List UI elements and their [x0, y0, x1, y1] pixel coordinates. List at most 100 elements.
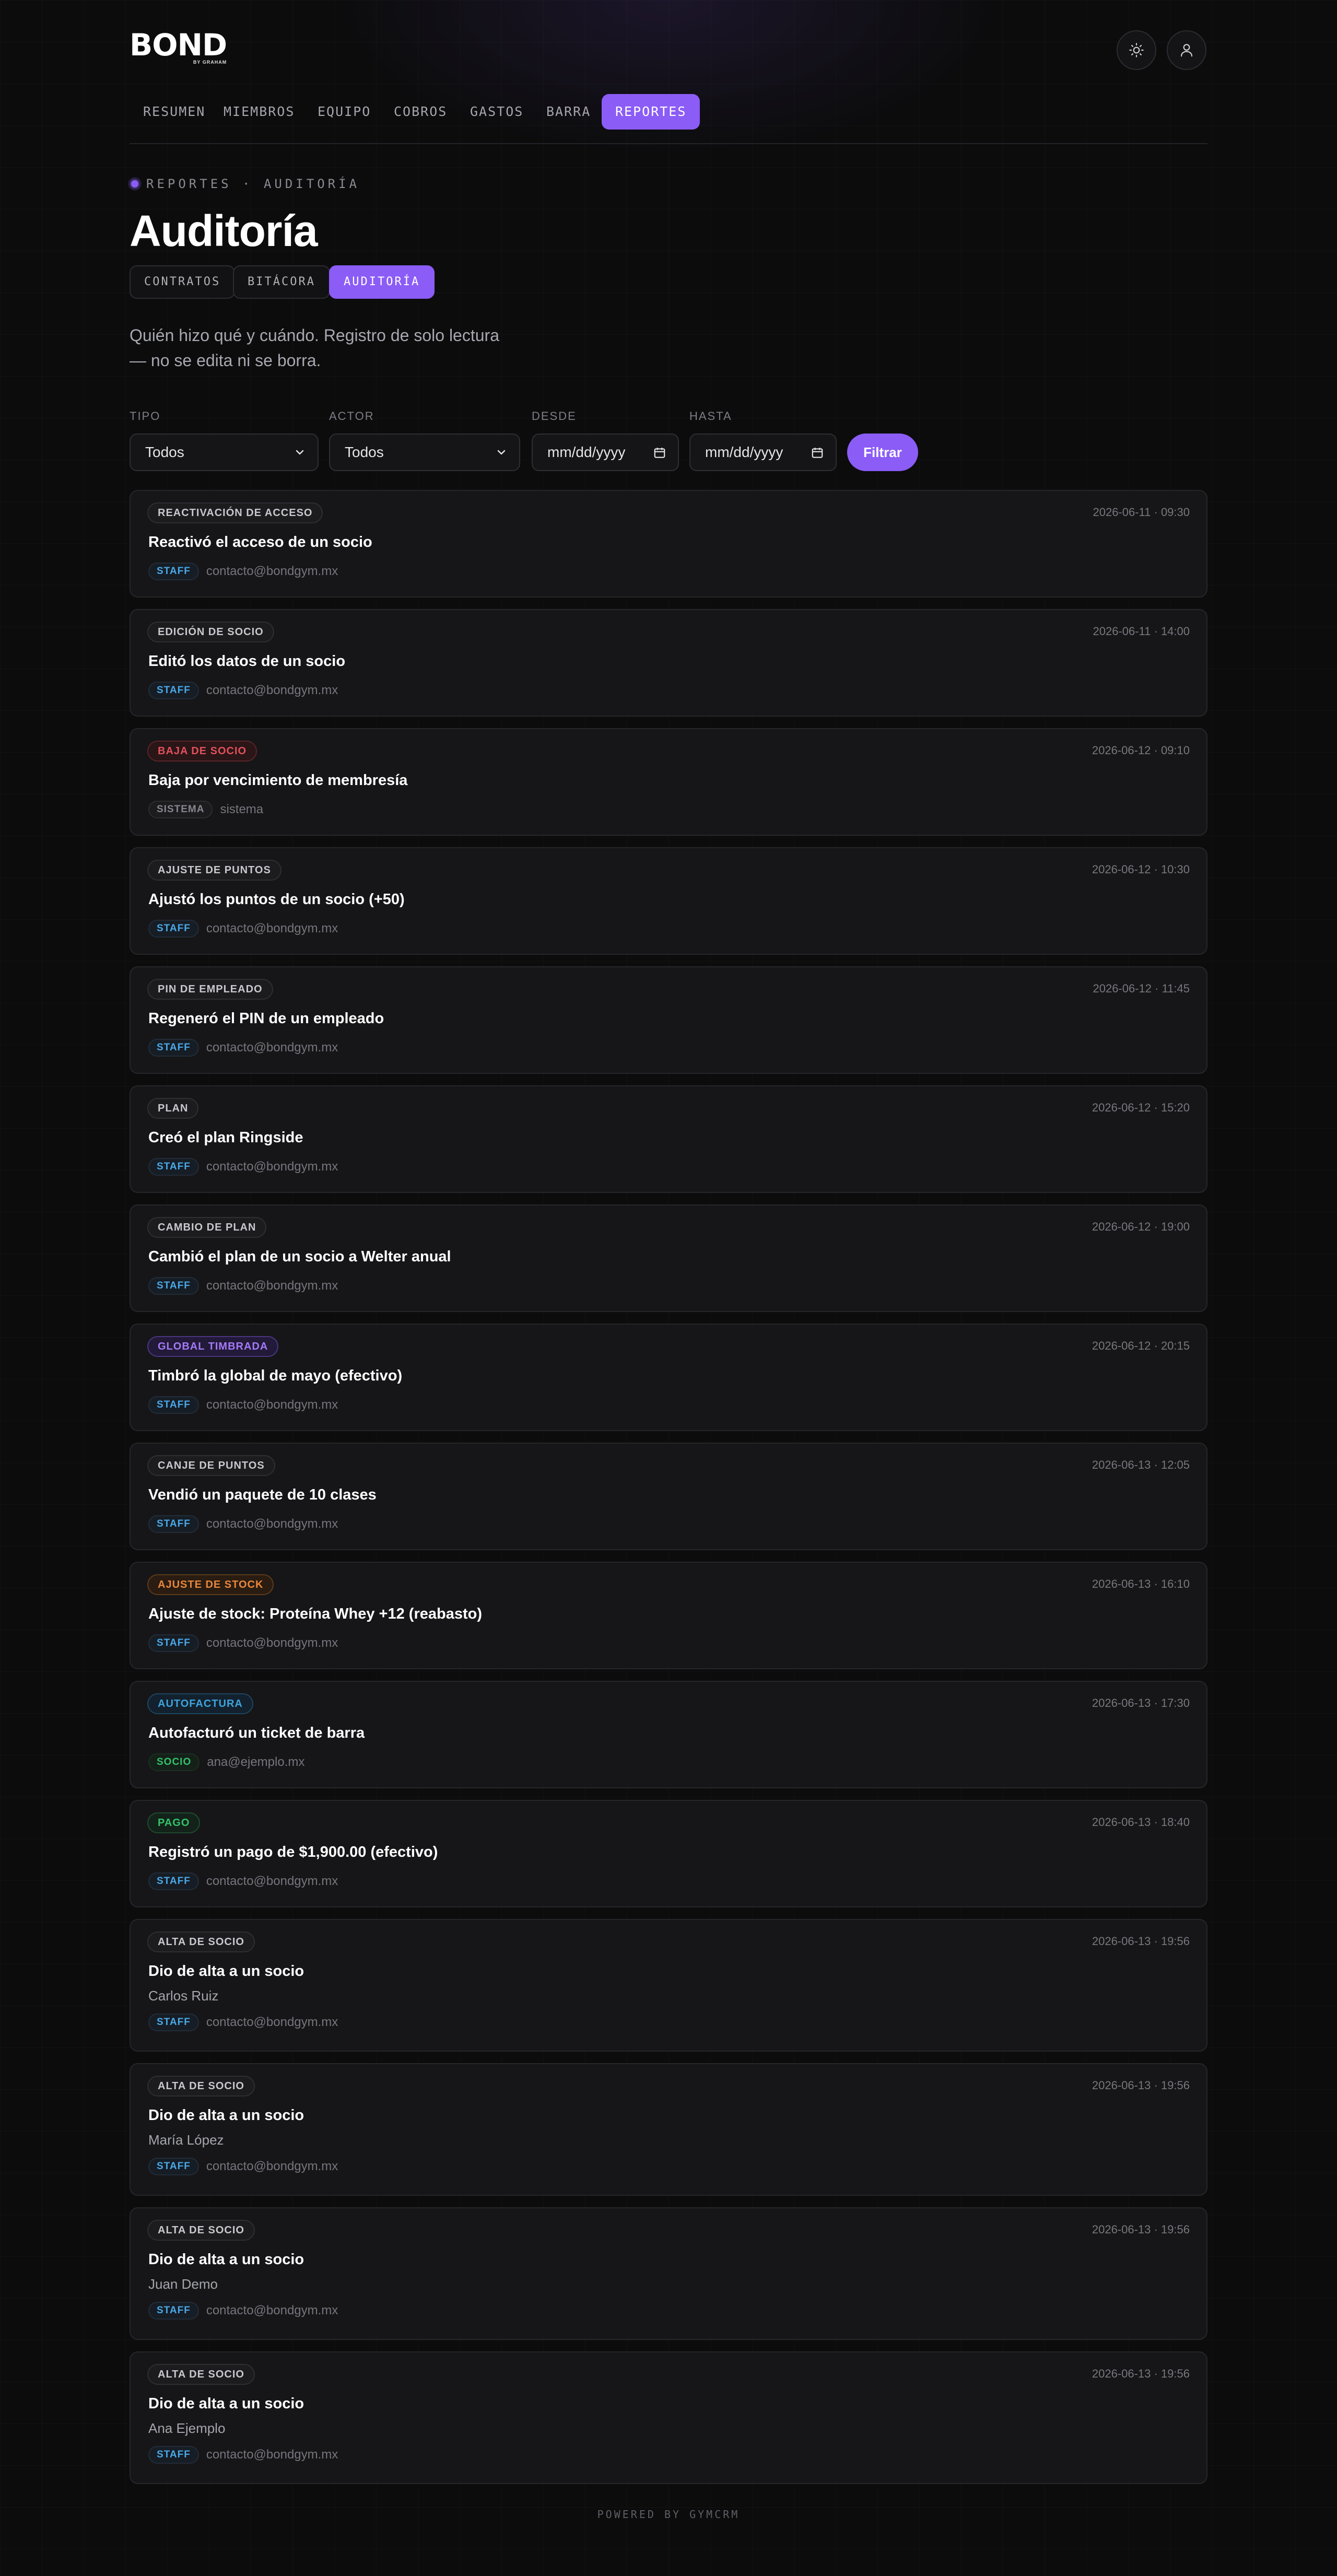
actor-role-badge: STAFF: [148, 1872, 199, 1890]
event-type-badge: REACTIVACIÓN DE ACCESO: [147, 502, 323, 523]
audit-entry-card: ALTA DE SOCIO 2026-06-13 · 19:56 Dio de al…: [130, 1919, 1207, 2052]
actor-role-badge: STAFF: [148, 1515, 199, 1533]
actor-role-badge: SISTEMA: [148, 801, 213, 818]
event-actor: STAFF contacto@bondgym.mx: [148, 1277, 338, 1295]
desde-date-value: mm/dd/yyyy: [547, 444, 626, 460]
audit-entry-card: PIN DE EMPLEADO 2026-06-12 · 11:45 Regener…: [130, 966, 1207, 1074]
actor-email: contacto@bondgym.mx: [206, 683, 338, 697]
audit-entry-card: ALTA DE SOCIO 2026-06-13 · 19:56 Dio de al…: [130, 2063, 1207, 2196]
bond-logo[interactable]: BOND BY GRAHAM: [130, 29, 227, 66]
nav-barra[interactable]: BARRA: [533, 94, 604, 130]
filter-bar: TIPO Todos ACTOR Todos DESDE mm/dd/yyyy …: [130, 409, 1207, 472]
event-title: Creó el plan Ringside: [148, 1129, 303, 1146]
audit-entry-card: AJUSTE DE STOCK 2026-06-13 · 16:10 Ajuste …: [130, 1562, 1207, 1669]
event-subject-name: Juan Demo: [148, 2276, 218, 2292]
event-timestamp: 2026-06-12 · 09:10: [1092, 744, 1190, 757]
event-timestamp: 2026-06-13 · 18:40: [1092, 1816, 1190, 1829]
actor-role-badge: STAFF: [148, 920, 199, 938]
page-description: Quién hizo qué y cuándo. Registro de sol…: [130, 323, 526, 373]
audit-entry-card: EDICIÓN DE SOCIO 2026-06-11 · 14:00 Editó …: [130, 609, 1207, 717]
actor-email: contacto@bondgym.mx: [206, 2159, 338, 2173]
event-subject-name: María López: [148, 2132, 224, 2148]
audit-entry-card: CAMBIO DE PLAN 2026-06-12 · 19:00 Cambió e…: [130, 1204, 1207, 1312]
event-title: Timbró la global de mayo (efectivo): [148, 1367, 403, 1384]
event-type-badge: CANJE DE PUNTOS: [147, 1455, 275, 1476]
event-timestamp: 2026-06-13 · 19:56: [1092, 1935, 1190, 1948]
event-title: Reactivó el acceso de un socio: [148, 534, 372, 551]
actor-email: contacto@bondgym.mx: [206, 2015, 338, 2029]
event-timestamp: 2026-06-11 · 14:00: [1093, 625, 1190, 638]
calendar-icon[interactable]: [653, 446, 666, 460]
tab-bitacora[interactable]: BITÁCORA: [233, 265, 330, 299]
actor-role-badge: STAFF: [148, 2013, 199, 2031]
event-timestamp: 2026-06-13 · 19:56: [1092, 2367, 1190, 2380]
actor-email: contacto@bondgym.mx: [206, 564, 338, 578]
theme-toggle-button[interactable]: [1117, 30, 1156, 70]
nav-gastos[interactable]: GASTOS: [456, 94, 537, 130]
event-type-badge: AUTOFACTURA: [147, 1693, 253, 1714]
actor-email: contacto@bondgym.mx: [206, 1160, 338, 1174]
event-type-badge: EDICIÓN DE SOCIO: [147, 622, 274, 642]
user-menu-button[interactable]: [1167, 30, 1206, 70]
actor-email: contacto@bondgym.mx: [206, 1517, 338, 1531]
actor-label: ACTOR: [329, 409, 374, 423]
nav-equipo[interactable]: EQUIPO: [304, 94, 384, 130]
nav-resumen[interactable]: RESUMEN: [130, 94, 219, 130]
event-type-badge: ALTA DE SOCIO: [147, 2076, 255, 2097]
event-actor: STAFF contacto@bondgym.mx: [148, 1872, 338, 1891]
nav-reportes[interactable]: REPORTES: [602, 94, 700, 130]
filter-button[interactable]: Filtrar: [847, 434, 918, 471]
event-actor: STAFF contacto@bondgym.mx: [148, 2445, 338, 2464]
description-line: — no se edita ni se borra.: [130, 351, 321, 370]
actor-email: ana@ejemplo.mx: [207, 1755, 305, 1769]
desde-date-input[interactable]: mm/dd/yyyy: [532, 434, 679, 471]
event-type-badge: ALTA DE SOCIO: [147, 2364, 255, 2385]
event-type-badge: ALTA DE SOCIO: [147, 2220, 255, 2241]
actor-email: contacto@bondgym.mx: [206, 1874, 338, 1888]
event-type-badge: PAGO: [147, 1812, 201, 1833]
tab-contratos[interactable]: CONTRATOS: [130, 265, 236, 299]
actor-email: contacto@bondgym.mx: [206, 1398, 338, 1412]
actor-role-badge: STAFF: [148, 1158, 199, 1176]
event-title: Ajuste de stock: Proteína Whey +12 (reab…: [148, 1606, 482, 1622]
hasta-label: HASTA: [689, 409, 732, 423]
footer-powered-by: POWERED BY GYMCRM: [597, 2508, 740, 2521]
hasta-date-input[interactable]: mm/dd/yyyy: [689, 434, 837, 471]
event-timestamp: 2026-06-11 · 09:30: [1093, 506, 1190, 519]
event-actor: STAFF contacto@bondgym.mx: [148, 1157, 338, 1176]
event-timestamp: 2026-06-13 · 17:30: [1092, 1696, 1190, 1709]
audit-entry-card: AJUSTE DE PUNTOS 2026-06-12 · 10:30 Ajustó…: [130, 847, 1207, 955]
nav-miembros[interactable]: MIEMBROS: [210, 94, 308, 130]
event-type-badge: ALTA DE SOCIO: [147, 1931, 255, 1952]
tab-auditoria[interactable]: AUDITORÍA: [329, 265, 435, 299]
event-timestamp: 2026-06-12 · 10:30: [1092, 863, 1190, 876]
tipo-label: TIPO: [130, 409, 161, 423]
actor-email: contacto@bondgym.mx: [206, 921, 338, 935]
event-actor: STAFF contacto@bondgym.mx: [148, 1515, 338, 1533]
event-timestamp: 2026-06-12 · 19:00: [1092, 1220, 1190, 1233]
breadcrumb-dot-icon: [130, 179, 140, 189]
breadcrumb: REPORTES · AUDITORÍA: [130, 175, 360, 192]
event-type-badge: GLOBAL TIMBRADA: [147, 1336, 279, 1357]
event-timestamp: 2026-06-13 · 19:56: [1092, 2223, 1190, 2236]
event-actor: SISTEMA sistema: [148, 800, 263, 819]
event-actor: STAFF contacto@bondgym.mx: [148, 2157, 338, 2176]
audit-entry-card: CANJE DE PUNTOS 2026-06-13 · 12:05 Vendió …: [130, 1443, 1207, 1550]
calendar-icon[interactable]: [811, 446, 824, 460]
event-actor: STAFF contacto@bondgym.mx: [148, 562, 338, 581]
event-type-badge: CAMBIO DE PLAN: [147, 1217, 267, 1238]
user-icon: [1180, 44, 1193, 57]
nav-cobros[interactable]: COBROS: [380, 94, 461, 130]
audit-entry-card: AUTOFACTURA 2026-06-13 · 17:30 Autofacturó…: [130, 1681, 1207, 1788]
actor-select[interactable]: Todos: [329, 434, 520, 471]
tipo-select[interactable]: Todos: [130, 434, 319, 471]
actor-role-badge: STAFF: [148, 1039, 199, 1057]
event-title: Baja por vencimiento de membresía: [148, 772, 408, 789]
actor-role-badge: SOCIO: [148, 1753, 200, 1771]
event-title: Registró un pago de $1,900.00 (efectivo): [148, 1844, 438, 1860]
event-timestamp: 2026-06-13 · 19:56: [1092, 2079, 1190, 2092]
event-type-badge: PLAN: [147, 1098, 199, 1119]
event-type-badge: AJUSTE DE PUNTOS: [147, 860, 282, 881]
event-title: Cambió el plan de un socio a Welter anua…: [148, 1248, 451, 1265]
audit-entry-card: GLOBAL TIMBRADA 2026-06-12 · 20:15 Timbró …: [130, 1324, 1207, 1431]
